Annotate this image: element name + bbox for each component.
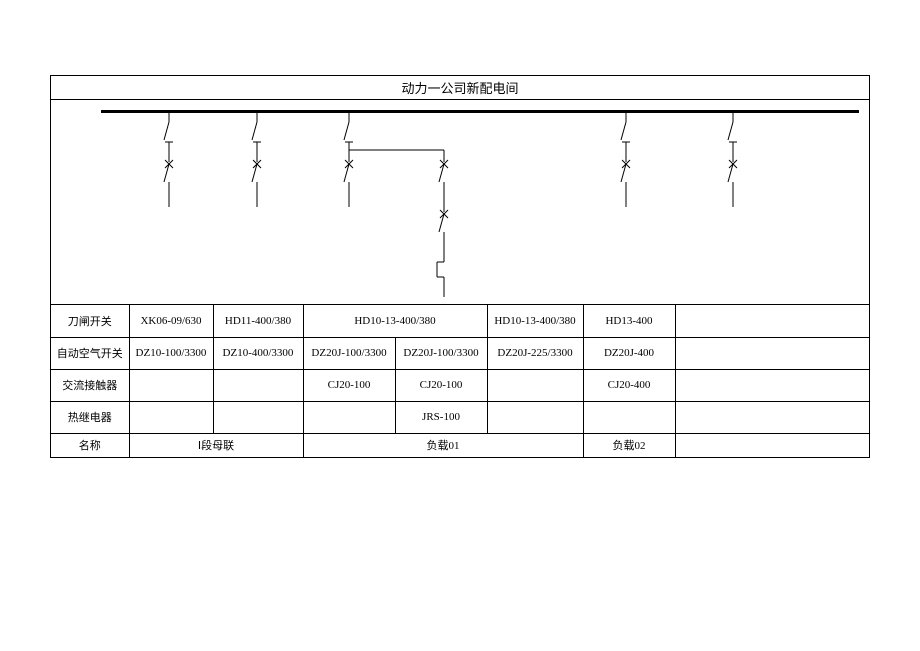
cell-name-4: [675, 433, 869, 457]
cell-th-4: JRS-100: [395, 401, 487, 433]
label-knife: 刀闸开关: [51, 305, 129, 337]
cell-cont-3: CJ20-100: [303, 369, 395, 401]
cell-th-1: [129, 401, 213, 433]
diagram-frame: 动力一公司新配电间: [50, 75, 870, 458]
cell-air-5: DZ20J-225/3300: [487, 337, 583, 369]
cell-name-3: 负载02: [583, 433, 675, 457]
cell-th-7: [675, 401, 869, 433]
row-name: 名称 Ⅰ段母联 负载01 负载02: [51, 433, 869, 457]
cell-knife-6: HD13-400: [583, 305, 675, 337]
cell-air-7: [675, 337, 869, 369]
cell-air-1: DZ10-100/3300: [129, 337, 213, 369]
cell-th-6: [583, 401, 675, 433]
cell-air-4: DZ20J-100/3300: [395, 337, 487, 369]
cell-knife-2: HD11-400/380: [213, 305, 303, 337]
row-knife-switch: 刀闸开关 XK06-09/630 HD11-400/380 HD10-13-40…: [51, 305, 869, 337]
cell-knife-3-4: HD10-13-400/380: [303, 305, 487, 337]
cell-air-3: DZ20J-100/3300: [303, 337, 395, 369]
label-name: 名称: [51, 433, 129, 457]
cell-air-6: DZ20J-400: [583, 337, 675, 369]
cell-cont-2: [213, 369, 303, 401]
cell-knife-1: XK06-09/630: [129, 305, 213, 337]
feeder-6: [723, 112, 743, 212]
row-thermal: 热继电器 JRS-100: [51, 401, 869, 433]
label-contactor: 交流接触器: [51, 369, 129, 401]
schematic-area: [51, 100, 869, 305]
cell-cont-7: [675, 369, 869, 401]
feeder-5: [616, 112, 636, 212]
feeder-3-4: [339, 112, 479, 307]
feeder-1: [159, 112, 179, 212]
row-air-switch: 自动空气开关 DZ10-100/3300 DZ10-400/3300 DZ20J…: [51, 337, 869, 369]
cell-name-1: Ⅰ段母联: [129, 433, 303, 457]
cell-knife-7: [675, 305, 869, 337]
label-air: 自动空气开关: [51, 337, 129, 369]
label-thermal: 热继电器: [51, 401, 129, 433]
cell-name-2: 负载01: [303, 433, 583, 457]
feeder-2: [247, 112, 267, 212]
cell-cont-4: CJ20-100: [395, 369, 487, 401]
cell-knife-5: HD10-13-400/380: [487, 305, 583, 337]
cell-cont-1: [129, 369, 213, 401]
busbar: [101, 110, 859, 113]
cell-air-2: DZ10-400/3300: [213, 337, 303, 369]
row-contactor: 交流接触器 CJ20-100 CJ20-100 CJ20-400: [51, 369, 869, 401]
diagram-title: 动力一公司新配电间: [51, 76, 869, 100]
cell-th-5: [487, 401, 583, 433]
cell-th-2: [213, 401, 303, 433]
cell-th-3: [303, 401, 395, 433]
cell-cont-5: [487, 369, 583, 401]
spec-table: 刀闸开关 XK06-09/630 HD11-400/380 HD10-13-40…: [51, 305, 869, 457]
cell-cont-6: CJ20-400: [583, 369, 675, 401]
